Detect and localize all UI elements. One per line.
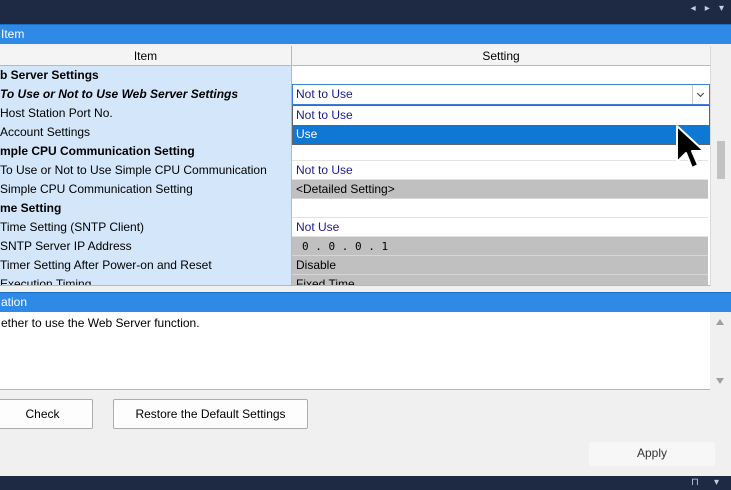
row-setting-value[interactable]: <Detailed Setting> — [292, 180, 708, 199]
dropdown-option-not-to-use[interactable]: Not to Use — [293, 106, 709, 125]
explanation-header: ation — [0, 292, 731, 312]
row-item-label: Account Settings — [0, 123, 292, 142]
table-row[interactable]: b Server Settings — [0, 66, 710, 85]
row-item-label: Execution Timing — [0, 275, 292, 285]
bottom-dock-bar: ⊓ ▾ — [0, 476, 731, 490]
row-item-label: SNTP Server IP Address — [0, 237, 292, 256]
pin-icon[interactable]: ⊓ ▾ — [691, 477, 725, 488]
web-server-use-select[interactable]: Not to Use — [292, 84, 710, 105]
row-item-label: To Use or Not to Use Web Server Settings — [0, 85, 292, 104]
settings-grid: Item Setting b Server Settings To Use or… — [0, 46, 710, 286]
check-button[interactable]: Check — [0, 399, 93, 429]
row-item-label: b Server Settings — [0, 66, 292, 85]
item-panel-header: Item — [0, 24, 731, 44]
scroll-down-icon[interactable] — [716, 378, 724, 384]
dropdown-option-use[interactable]: Use — [293, 125, 709, 144]
row-item-label: Time Setting (SNTP Client) — [0, 218, 292, 237]
dropdown-options-list[interactable]: Not to Use Use — [292, 105, 710, 145]
row-item-label: Timer Setting After Power-on and Reset — [0, 256, 292, 275]
row-setting-value — [292, 199, 708, 218]
column-header-item[interactable]: Item — [0, 46, 292, 66]
top-title-bar: ◂ ▸ ▾ — [0, 0, 731, 24]
row-setting-value[interactable]: Disable — [292, 256, 708, 275]
restore-default-settings-button[interactable]: Restore the Default Settings — [113, 399, 308, 429]
grid-scrollbar[interactable] — [710, 46, 731, 286]
table-row[interactable]: Time Setting (SNTP Client) Not Use — [0, 218, 710, 237]
explanation-box: ether to use the Web Server function. — [0, 312, 731, 390]
mouse-pointer-icon — [676, 125, 705, 169]
chevron-down-icon[interactable] — [692, 85, 709, 104]
column-header-setting[interactable]: Setting — [292, 46, 710, 66]
panel-nav-arrows-icon[interactable]: ◂ ▸ ▾ — [691, 3, 727, 14]
explanation-text: ether to use the Web Server function. — [1, 316, 200, 330]
row-item-label: Simple CPU Communication Setting — [0, 180, 292, 199]
ip-address-field[interactable]: 0 . 0 . 0 . 1 — [292, 237, 708, 256]
table-row[interactable]: To Use or Not to Use Simple CPU Communic… — [0, 161, 710, 180]
explanation-scrollbar[interactable] — [710, 312, 731, 390]
table-row[interactable]: SNTP Server IP Address 0 . 0 . 0 . 1 — [0, 237, 710, 256]
apply-button[interactable]: Apply — [589, 442, 715, 466]
table-row[interactable]: me Setting — [0, 199, 710, 218]
grid-header: Item Setting — [0, 46, 710, 66]
row-item-label: To Use or Not to Use Simple CPU Communic… — [0, 161, 292, 180]
row-item-label: mple CPU Communication Setting — [0, 142, 292, 161]
row-item-label: Host Station Port No. — [0, 104, 292, 123]
scrollbar-thumb[interactable] — [717, 141, 725, 179]
dropdown-current-value: Not to Use — [296, 87, 353, 101]
row-setting-value[interactable]: Not to Use — [292, 161, 708, 180]
row-setting-value — [292, 66, 708, 85]
row-setting-value[interactable]: Fixed Time — [292, 275, 708, 285]
row-setting-value[interactable]: Not Use — [292, 218, 708, 237]
scroll-up-icon[interactable] — [716, 319, 724, 325]
table-row[interactable]: Timer Setting After Power-on and Reset D… — [0, 256, 710, 275]
row-item-label: me Setting — [0, 199, 292, 218]
table-row[interactable]: Simple CPU Communication Setting <Detail… — [0, 180, 710, 199]
table-row[interactable]: Execution Timing Fixed Time — [0, 275, 710, 285]
